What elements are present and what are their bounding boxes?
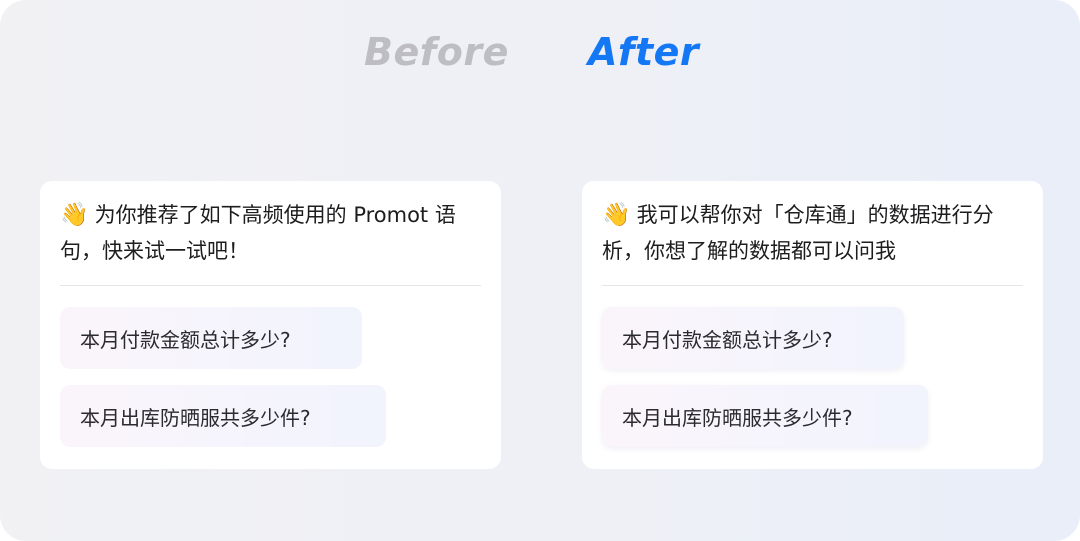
suggested-question-2[interactable]: 本月出库防晒服共多少件? bbox=[602, 385, 928, 447]
suggested-question-1[interactable]: 本月付款金额总计多少? bbox=[602, 307, 904, 369]
suggested-question-2[interactable]: 本月出库防晒服共多少件? bbox=[60, 385, 386, 447]
divider bbox=[602, 285, 1023, 286]
after-greeting-text: 我可以帮你对「仓库通」的数据进行分析，你想了解的数据都可以问我 bbox=[602, 203, 994, 263]
before-greeting: 👋 为你推荐了如下高频使用的 Promot 语句，快来试一试吧！ bbox=[60, 197, 486, 269]
comparison-frame: Before After 👋 为你推荐了如下高频使用的 Promot 语句，快来试… bbox=[0, 0, 1080, 541]
before-greeting-text: 为你推荐了如下高频使用的 Promot 语句，快来试一试吧！ bbox=[60, 203, 456, 263]
after-heading: After bbox=[588, 30, 700, 74]
after-greeting: 👋 我可以帮你对「仓库通」的数据进行分析，你想了解的数据都可以问我 bbox=[602, 197, 1028, 269]
waving-hand-icon: 👋 bbox=[602, 202, 631, 228]
before-heading: Before bbox=[364, 30, 509, 74]
suggested-question-1[interactable]: 本月付款金额总计多少? bbox=[60, 307, 362, 369]
waving-hand-icon: 👋 bbox=[60, 202, 89, 228]
after-card: 👋 我可以帮你对「仓库通」的数据进行分析，你想了解的数据都可以问我 本月付款金额总… bbox=[582, 181, 1043, 469]
divider bbox=[60, 285, 481, 286]
before-card: 👋 为你推荐了如下高频使用的 Promot 语句，快来试一试吧！ 本月付款金额总计… bbox=[40, 181, 501, 469]
